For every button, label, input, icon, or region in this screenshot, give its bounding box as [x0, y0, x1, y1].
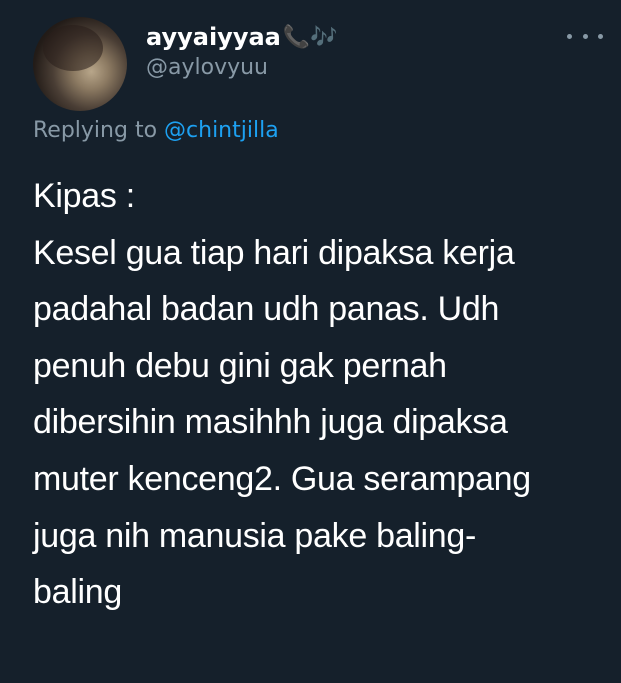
replying-to-label: Replying to	[33, 118, 158, 143]
display-name[interactable]: ayyaiyyaa	[146, 22, 281, 52]
tweet-text-line: penuh debu gini gak pernah	[33, 346, 447, 385]
user-info: ayyaiyyaa📞🎶 @aylovyuu	[146, 22, 338, 82]
replying-to: Replying to @chintjilla	[33, 116, 279, 146]
user-handle[interactable]: @aylovyuu	[146, 54, 338, 82]
more-horizontal-icon-dot	[582, 33, 588, 39]
tweet-text-line: Kipas :	[33, 177, 135, 215]
tweet-text-line: muter kenceng2. Gua serampang	[33, 459, 531, 498]
tweet-text-line: juga nih manusia pake baling-	[33, 516, 477, 555]
more-horizontal-icon-dot	[567, 33, 572, 39]
display-name-row: ayyaiyyaa📞🎶	[146, 22, 338, 52]
name-emoji: 📞🎶	[282, 24, 338, 50]
reply-mention-link[interactable]: @chintjilla	[164, 118, 279, 143]
tweet-text-line: Kesel gua tiap hari dipaksa kerja	[33, 233, 515, 272]
more-horizontal-icon-dot	[598, 33, 603, 39]
avatar[interactable]	[33, 17, 127, 111]
more-options-button[interactable]	[567, 26, 603, 46]
avatar-image-detail	[43, 25, 103, 71]
tweet: ayyaiyyaa📞🎶 @aylovyuu Replying to @chint…	[0, 0, 621, 683]
tweet-text-line: dibersihin masihhh juga dipaksa	[33, 403, 508, 442]
tweet-text-line: padahal badan udh panas. Udh	[33, 290, 500, 329]
tweet-text: Kipas : Kesel gua tiap hari dipaksa kerj…	[33, 168, 613, 621]
tweet-text-line: baling	[33, 573, 122, 612]
